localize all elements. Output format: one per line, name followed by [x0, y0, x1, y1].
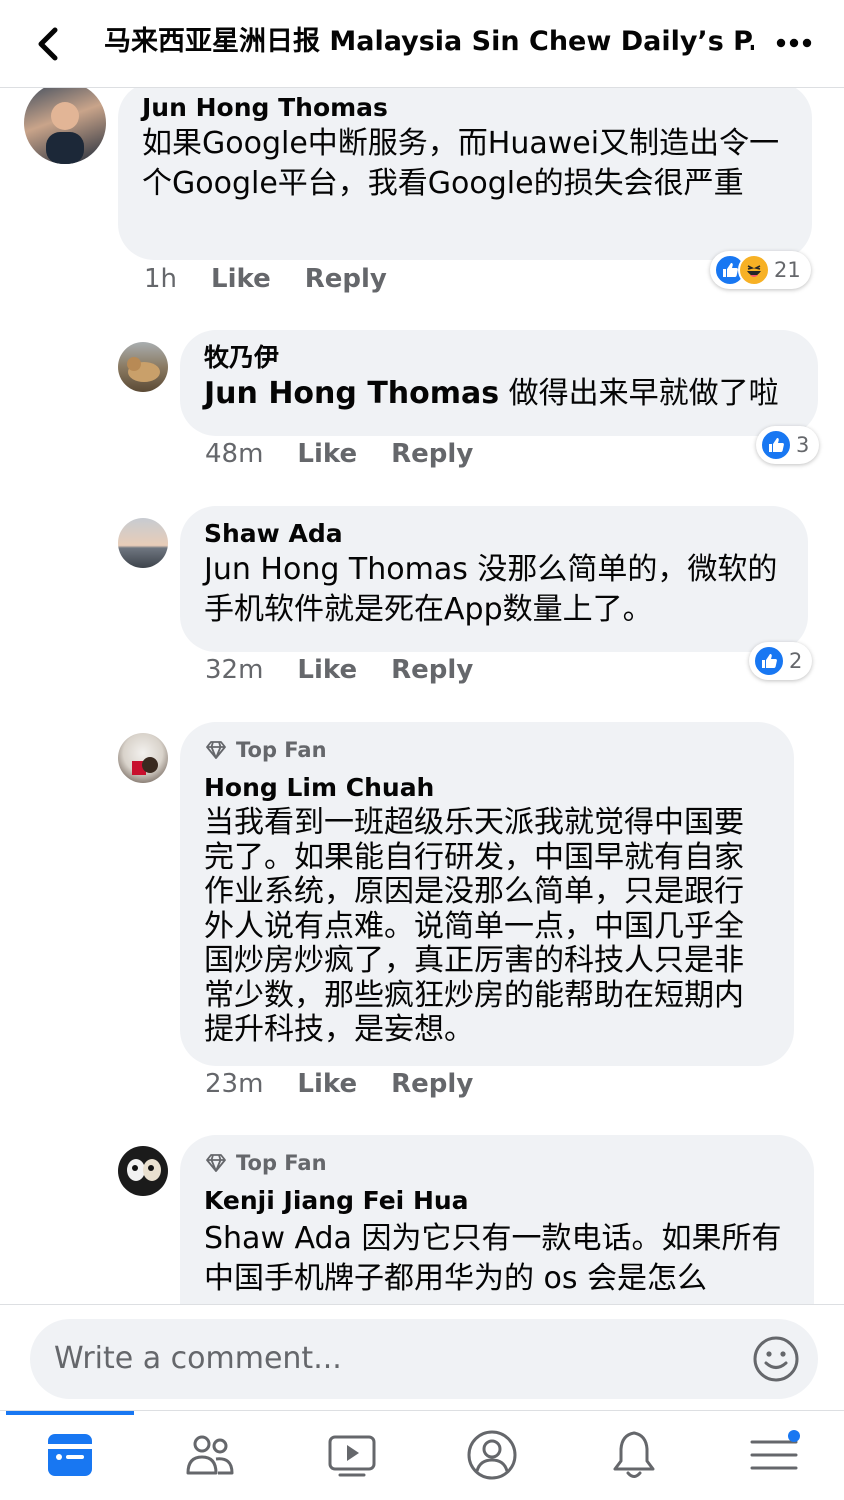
ellipsis-icon — [776, 38, 812, 48]
reply-button[interactable]: Reply — [391, 1069, 473, 1099]
chevron-left-icon — [38, 27, 58, 61]
reply-button[interactable]: Reply — [391, 655, 473, 685]
reaction-summary[interactable]: 2 — [749, 642, 813, 680]
reply-button[interactable]: Reply — [305, 264, 387, 294]
comment-actions: 23m Like Reply — [205, 1069, 473, 1099]
comment-actions: 32m Like Reply — [205, 655, 473, 685]
diamond-icon — [206, 741, 226, 759]
like-reaction-icon — [760, 429, 792, 461]
comment-author[interactable]: Hong Lim Chuah — [204, 772, 770, 804]
comment-text: 当我看到一班超级乐天派我就觉得中国要完了。如果能自行研发，中国早就有自家作业系统… — [204, 805, 744, 1047]
reaction-count: 21 — [774, 258, 801, 282]
comment-bubble[interactable]: 牧乃伊 Jun Hong Thomas 做得出来早就做了啦 — [180, 330, 818, 436]
comment-text: Jun Hong Thomas 没那么简单的，微软的手机软件就是死在App数量上… — [204, 550, 784, 630]
notification-dot — [788, 1430, 800, 1442]
avatar[interactable] — [118, 733, 168, 783]
reaction-count: 2 — [789, 649, 803, 673]
mention-link[interactable]: Jun Hong Thomas — [204, 552, 468, 587]
comment-actions: 48m Like Reply — [205, 439, 473, 469]
like-button[interactable]: Like — [297, 1069, 357, 1099]
bottom-tab-bar — [0, 1410, 844, 1500]
reaction-summary[interactable]: 21 — [710, 251, 811, 289]
comment-input-placeholder: Write a comment... — [54, 1341, 342, 1376]
top-fan-label: Top Fan — [236, 1151, 327, 1175]
profile-icon — [467, 1430, 517, 1480]
comment-actions: 1h Like Reply — [144, 264, 387, 294]
comment-bubble[interactable]: Shaw Ada Jun Hong Thomas 没那么简单的，微软的手机软件就… — [180, 506, 808, 652]
comment-body: 做得出来早就做了啦 — [508, 376, 779, 411]
smiley-icon — [753, 1336, 799, 1382]
comment-text: Shaw Ada 因为它只有一款电话。如果所有中国手机牌子都用华为的 os 会是… — [204, 1219, 790, 1299]
comment-author[interactable]: 牧乃伊 — [204, 342, 794, 374]
menu-icon — [750, 1430, 800, 1470]
comment-author[interactable]: Shaw Ada — [204, 518, 784, 550]
tab-menu[interactable] — [744, 1427, 804, 1483]
comment-author[interactable]: Kenji Jiang Fei Hua — [204, 1185, 790, 1217]
back-button[interactable] — [28, 24, 68, 64]
avatar[interactable] — [118, 518, 168, 568]
avatar[interactable] — [118, 342, 168, 392]
comment-bubble[interactable]: Jun Hong Thomas 如果Google中断服务，而Huawei又制造出… — [118, 88, 812, 260]
top-fan-badge: Top Fan — [204, 736, 770, 764]
like-reaction-icon — [753, 645, 785, 677]
tab-friends[interactable] — [180, 1427, 240, 1483]
comment-author[interactable]: Jun Hong Thomas — [142, 92, 788, 124]
emoji-button[interactable] — [752, 1335, 800, 1383]
haha-reaction-icon — [738, 254, 770, 286]
top-fan-badge: Top Fan — [204, 1149, 790, 1177]
tab-watch[interactable] — [322, 1427, 382, 1483]
like-button[interactable]: Like — [297, 655, 357, 685]
watch-icon — [328, 1435, 376, 1477]
avatar[interactable] — [24, 88, 106, 164]
tab-news-feed[interactable] — [40, 1427, 100, 1483]
avatar[interactable] — [118, 1146, 168, 1196]
news-feed-icon — [48, 1434, 92, 1476]
tab-notifications[interactable] — [604, 1427, 664, 1483]
more-options-button[interactable] — [774, 26, 814, 60]
comment-bubble[interactable]: Top Fan Hong Lim Chuah 当我看到一班超级乐天派我就觉得中国… — [180, 722, 794, 1066]
like-button[interactable]: Like — [297, 439, 357, 469]
comment-time: 48m — [205, 439, 264, 469]
friends-icon — [186, 1435, 234, 1475]
active-tab-indicator — [6, 1411, 134, 1415]
comment-input[interactable]: Write a comment... — [30, 1319, 818, 1399]
reaction-count: 3 — [796, 433, 810, 457]
top-bar: 马来西亚星洲日报 Malaysia Sin Chew Daily’s P... — [0, 0, 844, 88]
like-button[interactable]: Like — [211, 264, 271, 294]
reply-button[interactable]: Reply — [391, 439, 473, 469]
comments-list: Jun Hong Thomas 如果Google中断服务，而Huawei又制造出… — [0, 88, 844, 1304]
comment-text: Jun Hong Thomas 做得出来早就做了啦 — [204, 374, 794, 414]
diamond-icon — [206, 1154, 226, 1172]
comment-time: 23m — [205, 1069, 264, 1099]
mention-link[interactable]: Shaw Ada — [204, 1221, 352, 1256]
notifications-icon — [613, 1431, 655, 1478]
tab-profile[interactable] — [462, 1427, 522, 1483]
page-title: 马来西亚星洲日报 Malaysia Sin Chew Daily’s P... — [104, 26, 754, 57]
comment-bubble[interactable]: Top Fan Kenji Jiang Fei Hua Shaw Ada 因为它… — [180, 1135, 814, 1304]
top-fan-label: Top Fan — [236, 738, 327, 762]
mention-link[interactable]: Jun Hong Thomas — [204, 376, 499, 411]
reaction-summary[interactable]: 3 — [756, 426, 820, 464]
comment-composer-bar: Write a comment... — [0, 1304, 844, 1410]
comment-time: 32m — [205, 655, 264, 685]
comment-time: 1h — [144, 264, 178, 294]
comment-text: 如果Google中断服务，而Huawei又制造出令一个Google平台，我看Go… — [142, 126, 780, 201]
